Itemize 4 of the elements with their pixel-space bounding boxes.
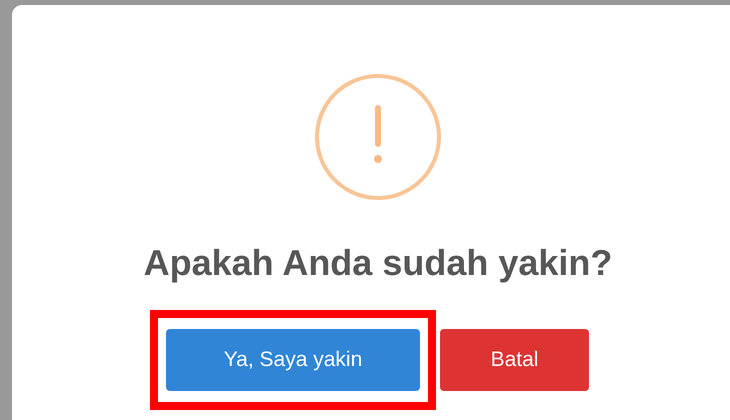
confirm-button[interactable]: Ya, Saya yakin bbox=[166, 329, 420, 391]
warning-icon bbox=[315, 74, 441, 200]
dialog-title: Apakah Anda sudah yakin? bbox=[142, 241, 614, 285]
cancel-button[interactable]: Batal bbox=[440, 329, 589, 391]
